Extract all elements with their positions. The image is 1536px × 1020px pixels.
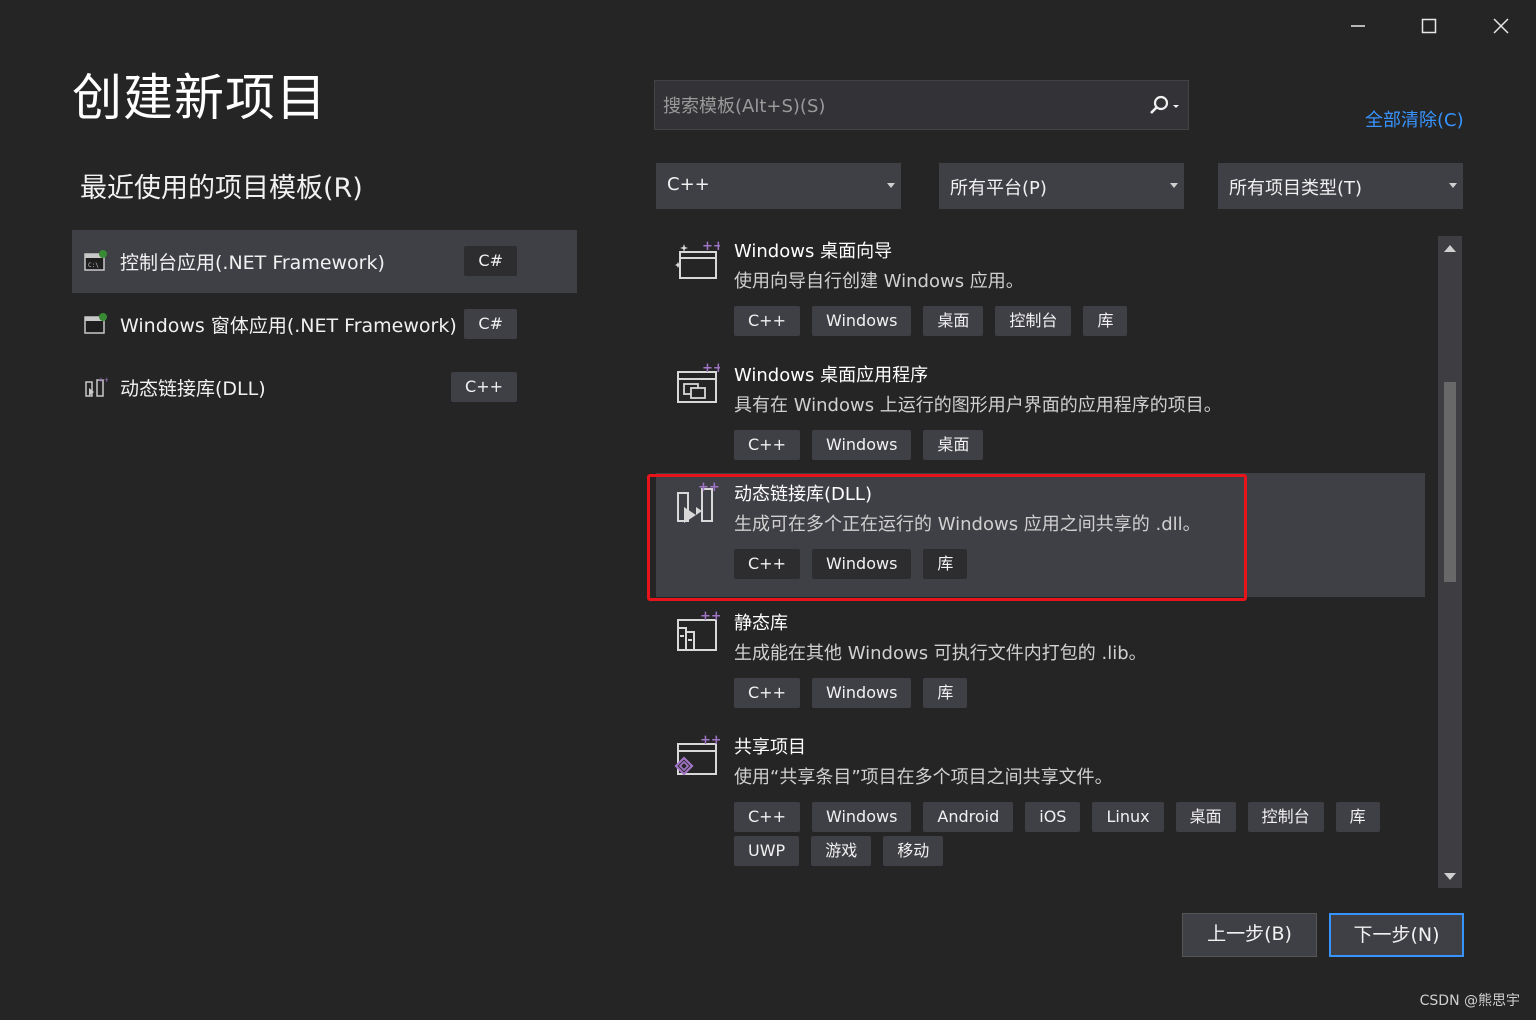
tag: 库	[923, 549, 968, 579]
tag: 库	[1335, 802, 1380, 832]
template-description: 使用向导自行创建 Windows 应用。	[734, 271, 1024, 292]
tag: C++	[734, 549, 800, 579]
template-item-shared-project[interactable]: ++ 共享项目 使用“共享条目”项目在多个项目之间共享文件。 C++ Windo…	[656, 726, 1425, 890]
scroll-up-arrow-icon[interactable]	[1444, 245, 1456, 252]
svg-text:++: ++	[702, 362, 720, 376]
template-name: 共享项目	[734, 737, 806, 758]
chevron-down-icon	[887, 183, 895, 188]
next-button[interactable]: 下一步(N)	[1329, 913, 1464, 957]
recent-item-console-app[interactable]: C:\ 控制台应用(.NET Framework) C#	[72, 230, 577, 293]
template-description: 生成可在多个正在运行的 Windows 应用之间共享的 .dll。	[734, 514, 1201, 535]
recent-item-winforms-app[interactable]: Windows 窗体应用(.NET Framework) C#	[72, 293, 577, 356]
language-badge: C#	[464, 309, 517, 339]
svg-text:++: ++	[698, 481, 720, 495]
template-description: 生成能在其他 Windows 可执行文件内打包的 .lib。	[734, 643, 1147, 664]
tag: C++	[734, 802, 800, 832]
search-input[interactable]	[655, 81, 1145, 131]
search-icon[interactable]	[1142, 93, 1182, 119]
scroll-down-arrow-icon[interactable]	[1444, 873, 1456, 880]
svg-text:C:\: C:\	[88, 262, 99, 269]
template-list-scrollbar[interactable]	[1438, 236, 1462, 888]
language-badge: C#	[464, 246, 517, 276]
winforms-app-icon	[84, 313, 107, 334]
dll-icon: ++	[85, 376, 108, 397]
chevron-down-icon	[1170, 183, 1178, 188]
recent-item-dll[interactable]: ++ 动态链接库(DLL) C++	[72, 356, 577, 419]
template-item-desktop-wizard[interactable]: ++ Windows 桌面向导 使用向导自行创建 Windows 应用。 C++…	[656, 230, 1425, 354]
tag: Windows	[811, 678, 912, 708]
recent-templates-heading: 最近使用的项目模板(R)	[80, 173, 363, 204]
tag: 桌面	[923, 306, 984, 336]
maximize-icon	[1421, 18, 1437, 34]
template-name: 静态库	[734, 613, 788, 634]
svg-text:++: ++	[700, 734, 720, 748]
language-badge: C++	[451, 372, 517, 402]
maximize-button[interactable]	[1409, 8, 1449, 44]
clear-all-link[interactable]: 全部清除(C)	[1365, 106, 1464, 132]
tag: C++	[734, 430, 800, 460]
template-tags: C++ Windows 桌面	[734, 430, 1414, 460]
language-filter-value: C++	[667, 174, 710, 195]
tag: 库	[1083, 306, 1128, 336]
tag: iOS	[1025, 802, 1081, 832]
tag: Windows	[811, 306, 912, 336]
svg-text:++: ++	[98, 376, 108, 384]
template-name: Windows 桌面应用程序	[734, 365, 929, 386]
tag: C++	[734, 678, 800, 708]
template-item-dll[interactable]: ++ 动态链接库(DLL) 生成可在多个正在运行的 Windows 应用之间共享…	[656, 473, 1425, 597]
page-title: 创建新项目	[72, 69, 327, 127]
template-description: 具有在 Windows 上运行的图形用户界面的应用程序的项目。	[734, 395, 1222, 416]
project-type-filter-dropdown[interactable]: 所有项目类型(T)	[1218, 163, 1463, 209]
template-tags: C++ Windows 库	[734, 678, 1414, 708]
tag: Android	[923, 802, 1014, 832]
platform-filter-dropdown[interactable]: 所有平台(P)	[939, 163, 1184, 209]
tag: 控制台	[1247, 802, 1324, 832]
tag: 库	[923, 678, 968, 708]
watermark: CSDN @熊思宇	[1419, 993, 1520, 1009]
project-type-filter-value: 所有项目类型(T)	[1229, 178, 1363, 199]
minimize-button[interactable]	[1338, 8, 1378, 44]
tag: UWP	[734, 836, 800, 866]
template-name: 动态链接库(DLL)	[734, 484, 872, 505]
console-app-icon: C:\	[84, 250, 107, 271]
tag: C++	[734, 306, 800, 336]
minimize-icon	[1351, 25, 1365, 27]
dll-icon: ++	[677, 481, 720, 523]
tag: Windows	[811, 802, 912, 832]
template-name: Windows 桌面向导	[734, 241, 893, 262]
recent-item-label: 动态链接库(DLL)	[120, 378, 266, 400]
recent-item-label: 控制台应用(.NET Framework)	[120, 252, 385, 274]
template-search-box[interactable]	[654, 80, 1189, 131]
svg-text:++: ++	[700, 610, 720, 624]
shared-project-icon: ++	[674, 734, 720, 776]
back-button[interactable]: 上一步(B)	[1182, 913, 1317, 957]
tag: Windows	[811, 549, 912, 579]
svg-text:++: ++	[702, 239, 720, 254]
template-item-static-lib[interactable]: ++ 静态库 生成能在其他 Windows 可执行文件内打包的 .lib。 C+…	[656, 602, 1425, 726]
template-list: ++ Windows 桌面向导 使用向导自行创建 Windows 应用。 C++…	[656, 230, 1426, 890]
template-tags: C++ Windows 桌面 控制台 库	[734, 306, 1414, 336]
desktop-app-icon: ++	[677, 362, 720, 403]
tag: 桌面	[1175, 802, 1236, 832]
tag: 桌面	[923, 430, 984, 460]
template-description: 使用“共享条目”项目在多个项目之间共享文件。	[734, 767, 1113, 788]
chevron-down-icon	[1449, 183, 1457, 188]
recent-item-label: Windows 窗体应用(.NET Framework)	[120, 315, 457, 337]
static-lib-icon: ++	[677, 610, 720, 651]
template-tags: C++ Windows 库	[734, 549, 1414, 579]
recent-templates-list: C:\ 控制台应用(.NET Framework) C# Windows 窗体应…	[72, 230, 577, 419]
tag: 控制台	[995, 306, 1072, 336]
tag: Windows	[811, 430, 912, 460]
tag: 移动	[883, 836, 944, 866]
template-item-desktop-app[interactable]: ++ Windows 桌面应用程序 具有在 Windows 上运行的图形用户界面…	[656, 354, 1425, 478]
template-tags: C++ Windows Android iOS Linux 桌面 控制台 库 U…	[734, 802, 1414, 866]
language-filter-dropdown[interactable]: C++	[656, 163, 901, 209]
close-button[interactable]	[1481, 8, 1521, 44]
desktop-wizard-icon: ++	[675, 239, 720, 279]
platform-filter-value: 所有平台(P)	[950, 178, 1047, 199]
tag: Linux	[1092, 802, 1164, 832]
tag: 游戏	[811, 836, 872, 866]
close-icon	[1493, 18, 1509, 34]
scrollbar-thumb[interactable]	[1444, 382, 1456, 582]
